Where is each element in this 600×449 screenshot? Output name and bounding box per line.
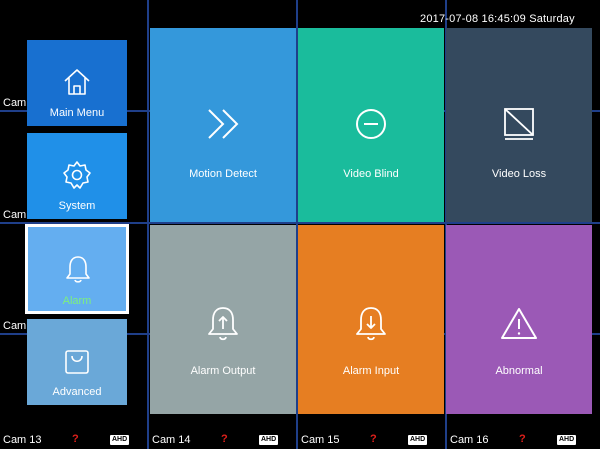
question-icon: ? — [519, 433, 526, 445]
sidebar-item-system[interactable]: System — [27, 133, 127, 219]
minus-circle-icon — [351, 104, 391, 144]
question-icon: ? — [72, 433, 79, 445]
sidebar-item-alarm[interactable]: Alarm — [25, 224, 129, 314]
sidebar-item-advanced[interactable]: Advanced — [27, 319, 127, 405]
tile-label: Video Loss — [491, 168, 547, 180]
cam-label: Cam — [3, 97, 27, 109]
double-chevron-right-icon — [203, 104, 243, 144]
home-icon — [61, 66, 93, 98]
tile-abnormal[interactable]: Abnormal — [446, 225, 592, 414]
cam-name: Cam 16 — [450, 434, 489, 446]
bag-icon — [61, 345, 93, 377]
tile-label: Motion Detect — [189, 168, 257, 180]
cam-label: Cam — [3, 209, 27, 221]
sidebar-item-main-menu[interactable]: Main Menu — [27, 40, 127, 126]
bell-icon — [62, 253, 94, 285]
tile-alarm-output[interactable]: Alarm Output — [150, 225, 296, 414]
video-loss-icon — [499, 104, 539, 144]
question-icon: ? — [221, 433, 228, 445]
tile-label: Video Blind — [343, 168, 399, 180]
cam-name: Cam 15 — [301, 434, 340, 446]
ahd-badge: AHD — [259, 435, 279, 445]
bell-up-icon — [203, 304, 243, 344]
cam-status-16[interactable]: Cam 16 ? AHD — [447, 433, 600, 449]
gear-icon — [61, 159, 93, 191]
datetime-display: 2017-07-08 16:45:09 Saturday — [420, 13, 575, 25]
tile-motion-detect[interactable]: Motion Detect — [150, 28, 296, 222]
sidebar-item-label: Advanced — [52, 386, 102, 398]
question-icon: ? — [370, 433, 377, 445]
grid-divider-vertical — [147, 0, 149, 449]
tile-label: Alarm Output — [190, 365, 256, 377]
sidebar-item-label: Main Menu — [49, 107, 105, 119]
cam-name: Cam 14 — [152, 434, 191, 446]
cam-label: Cam — [3, 320, 27, 332]
bell-down-icon — [351, 304, 391, 344]
tile-video-loss[interactable]: Video Loss — [446, 28, 592, 222]
warning-icon — [499, 304, 539, 344]
sidebar-item-label: System — [58, 200, 96, 212]
tile-label: Alarm Input — [342, 365, 400, 377]
tile-alarm-input[interactable]: Alarm Input — [298, 225, 444, 414]
sidebar-item-label: Alarm — [62, 295, 92, 307]
ahd-badge: AHD — [557, 435, 577, 445]
cam-name: Cam 13 — [3, 434, 42, 446]
tile-video-blind[interactable]: Video Blind — [298, 28, 444, 222]
cam-status-15[interactable]: Cam 15 ? AHD — [298, 433, 445, 449]
ahd-badge: AHD — [408, 435, 428, 445]
cam-status-13[interactable]: Cam 13 ? AHD — [0, 433, 147, 449]
cam-status-14[interactable]: Cam 14 ? AHD — [149, 433, 296, 449]
tile-label: Abnormal — [495, 365, 543, 377]
ahd-badge: AHD — [110, 435, 130, 445]
